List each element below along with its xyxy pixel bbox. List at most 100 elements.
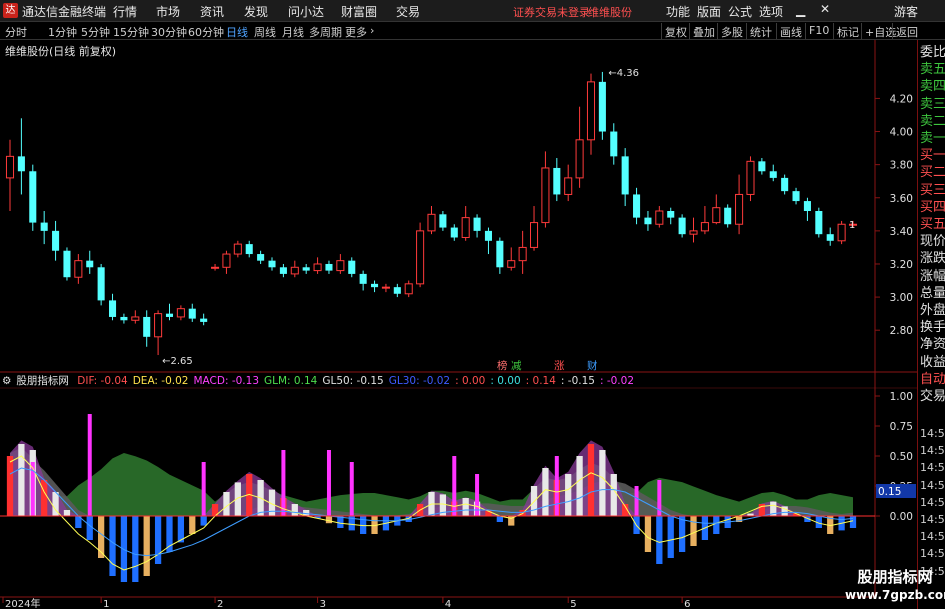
period-intraday[interactable]: 分时: [5, 24, 27, 40]
candle-body[interactable]: [575, 139, 584, 179]
menu-wealth-circle[interactable]: 财富圈: [341, 3, 377, 20]
menu-trade[interactable]: 交易: [396, 3, 420, 20]
period-monthly[interactable]: 月线: [282, 24, 304, 40]
candle-body[interactable]: [52, 230, 60, 251]
candle-body[interactable]: [154, 313, 163, 338]
indicator-name[interactable]: 股朋指标网: [16, 375, 69, 387]
menu-layout[interactable]: 版面: [697, 3, 721, 20]
candle-body[interactable]: [529, 222, 539, 248]
candle-body[interactable]: [222, 253, 231, 268]
period-1min[interactable]: 1分钟: [48, 24, 77, 40]
candle-body[interactable]: [427, 213, 436, 232]
candle-body[interactable]: [678, 217, 686, 235]
candle-body[interactable]: [74, 260, 83, 278]
candle-body[interactable]: [689, 230, 698, 235]
candle-body[interactable]: [633, 194, 641, 218]
candle-body[interactable]: [769, 171, 777, 178]
menu-market[interactable]: 市场: [156, 3, 180, 20]
period-15min[interactable]: 15分钟: [113, 24, 149, 40]
period-weekly[interactable]: 周线: [254, 24, 276, 40]
candle-body[interactable]: [610, 131, 618, 157]
period-60min[interactable]: 60分钟: [188, 24, 224, 40]
candle-body[interactable]: [290, 266, 299, 275]
candle-body[interactable]: [564, 177, 573, 195]
menu-ask-xiaoda[interactable]: 问小达: [288, 3, 324, 20]
candle-body[interactable]: [40, 222, 48, 231]
settings-icon[interactable]: ⚙: [2, 375, 11, 387]
candle-body[interactable]: [496, 240, 504, 268]
overlay-button[interactable]: 叠加: [689, 23, 718, 39]
candle-body[interactable]: [325, 263, 333, 271]
candle-body[interactable]: [450, 227, 458, 238]
multi-stock-button[interactable]: 多股: [717, 23, 746, 39]
candle-body[interactable]: [176, 308, 185, 318]
candle-body[interactable]: [586, 81, 596, 141]
candle-body[interactable]: [518, 246, 527, 262]
login-status[interactable]: 证券交易未登录: [513, 4, 590, 20]
side-panel-item[interactable]: 交易: [920, 387, 945, 407]
candle-body[interactable]: [313, 263, 322, 272]
candle-body[interactable]: [257, 254, 265, 261]
candle-body[interactable]: [781, 177, 789, 192]
candle-body[interactable]: [233, 243, 242, 255]
event-tag[interactable]: 财: [587, 359, 598, 372]
candle-body[interactable]: [667, 211, 675, 218]
candle-body[interactable]: [461, 217, 470, 238]
menu-news[interactable]: 资讯: [200, 3, 224, 20]
candle-body[interactable]: [541, 167, 550, 224]
menu-formula[interactable]: 公式: [728, 3, 752, 20]
candle-body[interactable]: [473, 217, 481, 231]
candle-body[interactable]: [302, 267, 310, 271]
candle-body[interactable]: [621, 156, 629, 195]
candle-body[interactable]: [439, 214, 447, 228]
period-multi[interactable]: 多周期: [309, 24, 342, 40]
candle-body[interactable]: [712, 207, 721, 224]
event-tag[interactable]: 减: [511, 360, 522, 372]
candle-body[interactable]: [700, 222, 709, 232]
candle-body[interactable]: [200, 318, 208, 322]
minimize-icon[interactable]: ▁: [796, 3, 805, 17]
candle-body[interactable]: [359, 273, 367, 284]
candle-body[interactable]: [29, 171, 37, 223]
candle-body[interactable]: [131, 316, 140, 321]
candle-body[interactable]: [758, 161, 766, 172]
candle-body[interactable]: [746, 160, 755, 195]
candle-body[interactable]: [211, 266, 220, 269]
event-tag[interactable]: 榜: [497, 359, 508, 372]
statistics-button[interactable]: 统计: [746, 23, 775, 39]
candle-body[interactable]: [724, 207, 732, 225]
candle-body[interactable]: [826, 234, 834, 241]
candle-body[interactable]: [188, 308, 196, 319]
candle-body[interactable]: [484, 230, 492, 241]
stock-chart[interactable]: 4.20 4.00 3.80 3.60 3.40 3.20 3.00 2.80 1.00 0.7…: [0, 40, 945, 609]
candle-body[interactable]: [245, 244, 253, 255]
draw-line-button[interactable]: 画线: [776, 23, 805, 39]
period-30min[interactable]: 30分钟: [151, 24, 187, 40]
candle-body[interactable]: [371, 283, 379, 288]
candle-body[interactable]: [336, 260, 345, 272]
candle-body[interactable]: [553, 167, 561, 195]
candle-body[interactable]: [507, 260, 516, 268]
candle-body[interactable]: [348, 260, 356, 274]
candle-body[interactable]: [17, 156, 25, 172]
candle-body[interactable]: [815, 211, 823, 235]
candle-body[interactable]: [803, 201, 811, 211]
candle-body[interactable]: [404, 283, 413, 295]
candle-body[interactable]: [63, 250, 71, 278]
candle-body[interactable]: [792, 191, 800, 202]
period-more[interactable]: 更多: [345, 24, 367, 40]
candle-body[interactable]: [644, 217, 652, 225]
guest-label[interactable]: 游客: [894, 3, 918, 20]
menu-function[interactable]: 功能: [666, 3, 690, 20]
candle-body[interactable]: [837, 223, 846, 242]
chevron-right-icon[interactable]: ›: [370, 24, 374, 37]
close-icon[interactable]: ✕: [820, 2, 830, 16]
candle-body[interactable]: [268, 260, 276, 268]
candle-body[interactable]: [5, 155, 15, 179]
restore-right-button[interactable]: 复权: [661, 23, 690, 39]
mark-button[interactable]: 标记: [833, 23, 862, 39]
candle-body[interactable]: [655, 210, 664, 225]
event-tag[interactable]: 涨: [554, 360, 565, 372]
candle-body[interactable]: [165, 313, 174, 317]
menu-quotes[interactable]: 行情: [113, 3, 137, 20]
